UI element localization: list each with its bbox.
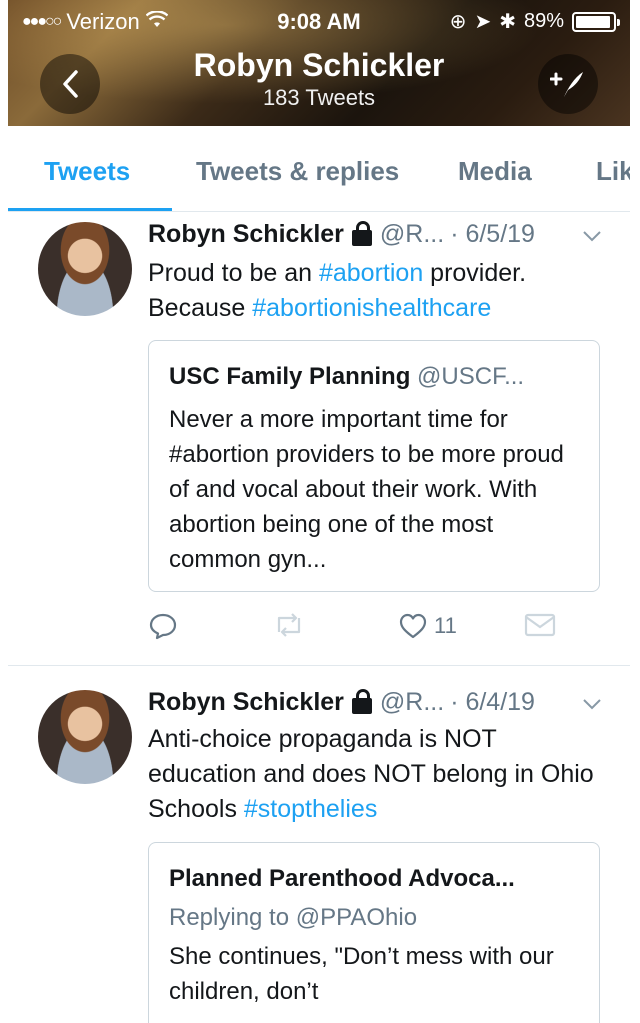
- author-name[interactable]: Robyn Schickler: [148, 220, 344, 249]
- lock-icon: [351, 688, 372, 714]
- tweet-text-part: Because: [148, 294, 253, 322]
- tab-tweets-and-replies[interactable]: Tweets & replies: [196, 156, 399, 187]
- like-count: 11: [434, 613, 457, 638]
- header-title-block: Robyn Schickler 183 Tweets: [8, 46, 630, 112]
- author-name[interactable]: Robyn Schickler: [148, 688, 344, 717]
- tweet-text: Proud to be an #abortion provider. Becau…: [148, 256, 602, 326]
- hashtag-link[interactable]: #abortionishealthcare: [252, 294, 491, 322]
- tweet-item[interactable]: Robyn Schickler @R... · 6/4/19 Anti-choi…: [8, 666, 630, 1023]
- reply-button[interactable]: [148, 612, 178, 640]
- quoted-author-handle: @USCF...: [417, 363, 525, 390]
- tweet-count: 183 Tweets: [262, 85, 376, 110]
- avatar[interactable]: [38, 222, 132, 316]
- heart-icon: [399, 613, 427, 639]
- profile-header: ●●●○○ Verizon 9:08 AM ⊕ ➤ ✱ 89% Robyn Sc…: [8, 0, 630, 126]
- tweet-date: · 6/4/19: [450, 688, 535, 716]
- compose-icon: [550, 72, 583, 97]
- retweet-icon: [277, 613, 301, 637]
- author-handle: @R...: [379, 688, 445, 716]
- direct-message-button[interactable]: [524, 612, 556, 638]
- tweet-text-part: provider.: [423, 259, 527, 287]
- compose-tweet-button[interactable]: [538, 54, 598, 114]
- chevron-down-icon[interactable]: [582, 222, 602, 248]
- tweet-header: Robyn Schickler @R... · 6/5/19: [148, 220, 602, 249]
- quoted-tweet-header: USC Family Planning @USCF...: [169, 359, 579, 394]
- quoted-tweet[interactable]: USC Family Planning @USCF... Never a mor…: [148, 340, 600, 592]
- lock-icon: [351, 220, 372, 246]
- chevron-down-icon[interactable]: [582, 690, 602, 716]
- tweet-header: Robyn Schickler @R... · 6/4/19: [148, 688, 602, 717]
- tab-media[interactable]: Media: [458, 156, 532, 187]
- status-icons: ⊕ ➤ ✱ 89%: [449, 9, 620, 34]
- quoted-tweet[interactable]: Planned Parenthood Advoca... Replying to…: [148, 842, 600, 1023]
- author-handle: @R...: [379, 220, 445, 248]
- reply-icon: [149, 613, 177, 640]
- quoted-author-name: USC Family Planning: [169, 363, 411, 390]
- avatar[interactable]: [38, 690, 132, 784]
- tweet-text-part: Proud to be an: [148, 259, 319, 287]
- tweet-actions: 11: [148, 612, 568, 646]
- battery-percent: 89%: [523, 10, 564, 32]
- tweet-item[interactable]: Robyn Schickler @R... · 6/5/19 Proud to …: [8, 212, 630, 666]
- replying-to[interactable]: Replying to @PPAOhio: [169, 900, 579, 935]
- page-title: Robyn Schickler: [193, 47, 445, 83]
- retweet-button[interactable]: [272, 612, 306, 638]
- tab-tweets[interactable]: Tweets: [44, 156, 130, 187]
- bluetooth-icon: ✱: [499, 11, 516, 33]
- tweet-text: Anti-choice propaganda is NOT education …: [148, 722, 602, 827]
- quoted-tweet-text: Never a more important time for #abortio…: [169, 406, 564, 573]
- envelope-icon: [524, 613, 556, 637]
- battery-icon: [572, 11, 620, 32]
- tab-likes[interactable]: Lik: [596, 156, 630, 187]
- status-bar: ●●●○○ Verizon 9:08 AM ⊕ ➤ ✱ 89%: [8, 6, 630, 36]
- quoted-tweet-header: Planned Parenthood Advoca...: [169, 861, 579, 896]
- rotation-lock-icon: ⊕: [449, 11, 467, 33]
- hashtag-link[interactable]: #abortion: [319, 259, 423, 287]
- like-button[interactable]: 11: [398, 612, 457, 640]
- quoted-author-name: Planned Parenthood Advoca...: [169, 865, 515, 892]
- quoted-tweet-text: She continues, "Don’t mess with our chil…: [169, 943, 554, 1005]
- profile-tabs: Tweets Tweets & replies Media Lik: [8, 126, 630, 212]
- location-icon: ➤: [474, 11, 492, 33]
- hashtag-link[interactable]: #stopthelies: [244, 795, 377, 823]
- tweet-date: · 6/5/19: [450, 220, 535, 248]
